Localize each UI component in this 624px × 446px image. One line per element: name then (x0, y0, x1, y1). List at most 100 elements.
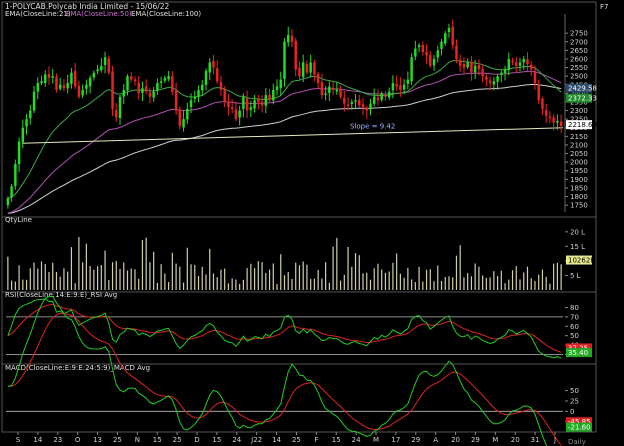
volume-title: QtyLine (5, 216, 32, 224)
candles (6, 19, 563, 209)
candle-body (500, 72, 503, 75)
price-tick-label: 2050 (570, 150, 588, 158)
candle-body (406, 79, 410, 84)
macd-tick-label: 50 (570, 387, 579, 395)
x-tick-label: 20 (511, 436, 520, 444)
x-tick-label: N (135, 436, 140, 444)
candle-body (234, 109, 238, 120)
volume-tick-label: 20 L (570, 228, 585, 236)
candle-body (343, 97, 346, 104)
candle-body (159, 81, 163, 83)
candle-body (36, 83, 40, 92)
candle-body (107, 58, 111, 73)
candle-body (492, 81, 496, 85)
candle-body (257, 98, 260, 102)
candle-body (316, 73, 320, 84)
rsi-tick-label: 60 (570, 323, 579, 331)
candle-body (387, 91, 391, 98)
candle-body (29, 110, 32, 119)
candle-body (384, 94, 387, 97)
candle-body (137, 82, 140, 94)
candle-body (40, 81, 43, 83)
slope-label: Slope = 9.42 (350, 123, 395, 131)
candle-body (526, 59, 529, 65)
ema100-legend: EMA(CloseLine:100) (131, 10, 201, 18)
candle-body (440, 41, 443, 49)
candle-body (290, 35, 294, 42)
x-axis: S 14 23 O 13 25 N 15 25 D 15 24 J22 14 25 F 15 24 M 17 29 A 20… (16, 432, 556, 444)
candle-body (163, 77, 167, 81)
price-tick-label: 1800 (570, 193, 588, 201)
candle-body (425, 51, 428, 56)
candle-body (559, 121, 563, 127)
candle-body (44, 74, 47, 83)
candle-body (201, 84, 204, 91)
candle-body (242, 96, 245, 109)
x-tick-label: 14 (33, 436, 42, 444)
x-tick-label: A (433, 436, 438, 444)
volume-tag-label: 10262B (568, 257, 595, 265)
candle-body (537, 84, 540, 101)
candle-body (470, 61, 473, 73)
candle-body (238, 110, 241, 118)
x-tick-label: J22 (250, 436, 262, 444)
candle-body (361, 104, 365, 108)
candle-body (324, 93, 327, 95)
candle-body (301, 62, 305, 77)
candle-body (346, 104, 350, 106)
candle-body (462, 64, 466, 68)
candle-body (73, 71, 77, 87)
candle-body (96, 69, 99, 72)
price-tick-label: 1750 (570, 202, 588, 210)
volume-tick-label: 5 L (570, 272, 581, 280)
candle-body (436, 50, 440, 58)
x-tick-label: 25 (113, 436, 122, 444)
candle-body (533, 70, 537, 84)
candle-body (477, 64, 481, 70)
candle-body (62, 85, 66, 89)
candle-body (421, 44, 425, 53)
candle-body (103, 57, 107, 65)
candle-body (466, 62, 469, 68)
candle-body (10, 186, 13, 198)
candle-body (556, 120, 559, 123)
candle-body (455, 45, 458, 59)
x-tick-label: S (16, 436, 21, 444)
x-tick-label: M (373, 436, 379, 444)
candle-body (432, 58, 436, 66)
candle-body (17, 141, 21, 165)
candle-body (272, 89, 275, 101)
candle-body (313, 62, 316, 75)
x-tick-label: 15 (212, 436, 221, 444)
candle-body (287, 34, 290, 43)
volume-panel: 20 L15 L10 L5 L10262B (7, 228, 595, 290)
rsi-tick-label: 80 (570, 304, 579, 312)
candle-body (156, 83, 159, 91)
macd-avg-tag-label: -21.60 (568, 424, 591, 432)
candle-body (186, 108, 189, 120)
candle-body (320, 82, 324, 96)
candle-body (376, 97, 380, 101)
candle-body (350, 101, 354, 104)
candle-body (529, 64, 533, 70)
x-tick-label: 24 (352, 436, 361, 444)
candle-body (481, 68, 484, 77)
candle-body (14, 163, 17, 186)
rsi-title: RSI(CloseLine:14:E:9:E)_RSI Avg (5, 291, 117, 299)
candle-body (77, 85, 81, 97)
candle-body (395, 84, 398, 87)
stock-chart[interactable]: 1-POLYCAB.Polycab India Limited - 15/06/… (0, 0, 624, 446)
candle-body (204, 71, 208, 85)
candle-body (309, 62, 312, 73)
x-tick-label: 31 (531, 436, 540, 444)
candle-body (507, 58, 511, 71)
candle-body (25, 119, 28, 127)
candle-body (47, 74, 51, 78)
candle-body (447, 28, 451, 33)
candle-body (58, 84, 62, 89)
x-tick-label: 23 (53, 436, 62, 444)
candle-body (458, 60, 462, 66)
chart-window: 1-POLYCAB.Polycab India Limited - 15/06/… (0, 0, 624, 446)
price-tick-label: 2300 (570, 107, 588, 115)
price-tick-label: 2700 (570, 38, 588, 46)
